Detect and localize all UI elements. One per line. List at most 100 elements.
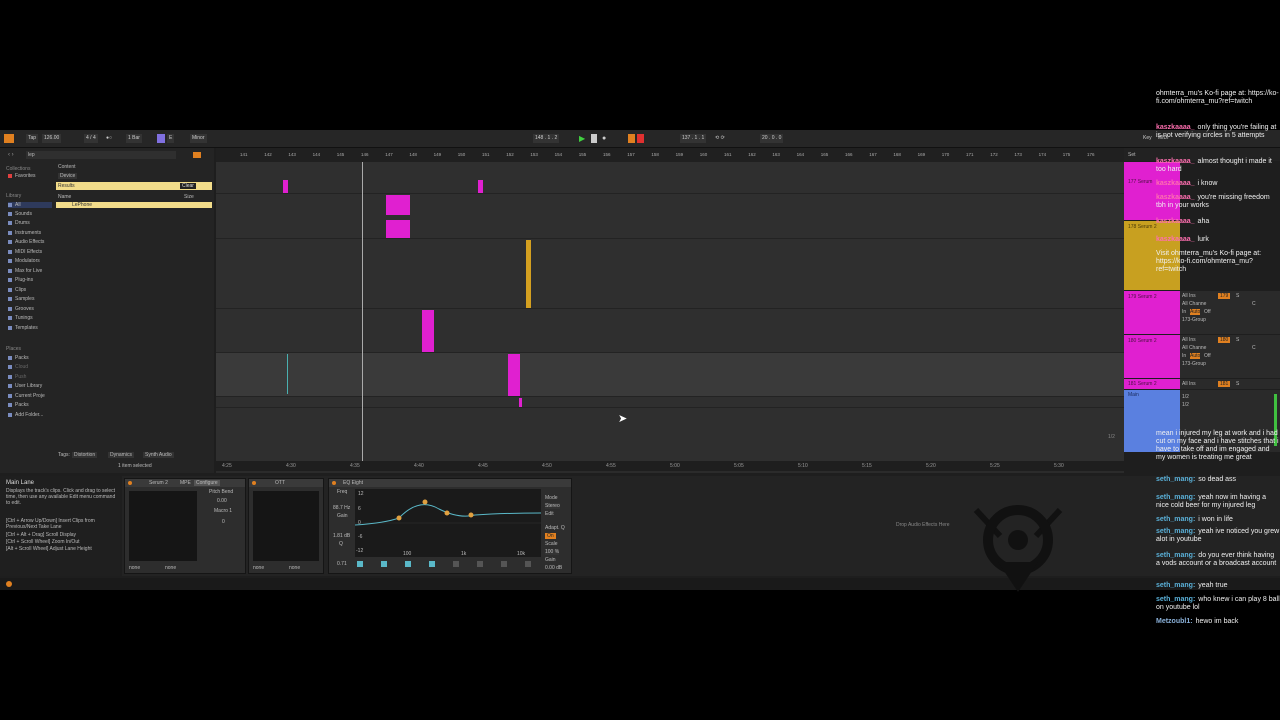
sidebar-item-favorites[interactable]: Favorites <box>8 173 36 179</box>
device-power-icon[interactable] <box>128 481 132 485</box>
loop-length[interactable]: 20 . 0 . 0 <box>760 134 784 143</box>
tag-dynamics[interactable]: Dynamics <box>108 452 134 458</box>
band-toggle[interactable] <box>357 561 363 567</box>
midi-clip[interactable] <box>519 398 522 407</box>
playhead[interactable] <box>362 162 363 462</box>
bar-number[interactable]: 159 <box>676 152 684 157</box>
freq-value[interactable]: 88.7 Hz <box>333 505 350 511</box>
sidebar-item-packs-folder[interactable]: Packs <box>8 402 29 408</box>
bar-number[interactable]: 160 <box>700 152 708 157</box>
time-mark[interactable]: 4:40 <box>414 463 424 469</box>
audio-clip[interactable] <box>526 240 531 308</box>
time-mark[interactable]: 5:05 <box>734 463 744 469</box>
bar-number[interactable]: 143 <box>288 152 296 157</box>
clear-button[interactable]: Clear <box>180 183 196 189</box>
plugin-display[interactable] <box>253 491 319 561</box>
page-indicator[interactable]: 1/2 <box>1108 434 1115 440</box>
tag-distortion[interactable]: Distortion <box>72 452 98 458</box>
band-toggle[interactable] <box>429 561 435 567</box>
bar-number[interactable]: 153 <box>530 152 538 157</box>
overdub-icon[interactable] <box>628 134 635 143</box>
edit-toggle[interactable]: Edit <box>545 511 554 517</box>
bar-number[interactable]: 152 <box>506 152 514 157</box>
bar-number[interactable]: 173 <box>1014 152 1022 157</box>
bar-number[interactable]: 175 <box>1063 152 1071 157</box>
mode-select[interactable]: Stereo <box>545 503 560 509</box>
band-toggle[interactable] <box>405 561 411 567</box>
bar-number[interactable]: 164 <box>797 152 805 157</box>
bar-number[interactable]: 166 <box>845 152 853 157</box>
sidebar-item-drums[interactable]: Drums <box>8 220 30 226</box>
time-mark[interactable]: 5:25 <box>990 463 1000 469</box>
band-toggle[interactable] <box>381 561 387 567</box>
bar-number[interactable]: 144 <box>313 152 321 157</box>
sidebar-item-push[interactable]: Push <box>8 374 26 380</box>
bar-number[interactable]: 154 <box>555 152 563 157</box>
track-lane[interactable] <box>216 239 1124 309</box>
midi-clip[interactable] <box>386 220 410 238</box>
size-column-header[interactable]: Size <box>184 194 194 200</box>
eq-display[interactable]: 12 6 0 -6 -12 100 1k 10k <box>354 489 542 557</box>
sidebar-item-packs[interactable]: Packs <box>8 355 29 361</box>
automation-arm-icon[interactable] <box>637 134 644 143</box>
time-mark[interactable]: 4:55 <box>606 463 616 469</box>
track-name[interactable]: 177 Serum <box>1128 179 1152 185</box>
status-icon[interactable] <box>6 581 12 587</box>
tag-synth-audio[interactable]: Synth Audio <box>143 452 174 458</box>
key-select[interactable]: E <box>167 134 175 143</box>
app-menu-icon[interactable] <box>4 134 14 143</box>
quantize-menu[interactable]: 1 Bar <box>126 134 142 143</box>
midi-clip[interactable] <box>422 310 434 352</box>
bar-number[interactable]: 176 <box>1087 152 1095 157</box>
time-mark[interactable]: 4:30 <box>286 463 296 469</box>
configure-button[interactable]: Configure <box>194 480 220 486</box>
bar-number[interactable]: 145 <box>337 152 345 157</box>
track-lane[interactable] <box>216 353 1124 397</box>
arrangement-view[interactable]: 141 142 143 144 145 146 147 148 149 150 151 152 153 1… <box>216 148 1124 473</box>
bar-number[interactable]: 167 <box>869 152 877 157</box>
bar-number[interactable]: 150 <box>458 152 466 157</box>
bar-number[interactable]: 141 <box>240 152 248 157</box>
bar-number[interactable]: 155 <box>579 152 587 157</box>
bar-number[interactable]: 142 <box>264 152 272 157</box>
track-name[interactable]: Main <box>1128 392 1139 398</box>
time-mark[interactable]: 5:20 <box>926 463 936 469</box>
track-lane[interactable] <box>216 397 1124 408</box>
search-input[interactable]: lep <box>26 151 176 159</box>
loop-start[interactable]: 137 . 1 . 1 <box>680 134 707 143</box>
eq-curve[interactable] <box>354 489 542 557</box>
track-lane[interactable] <box>216 162 1124 194</box>
track-lane[interactable] <box>216 408 1124 464</box>
sidebar-item-templates[interactable]: Templates <box>8 325 38 331</box>
time-mark[interactable]: 4:25 <box>222 463 232 469</box>
midi-clip[interactable] <box>478 180 483 193</box>
midi-clip[interactable] <box>386 195 410 215</box>
q-value[interactable]: 0.71 <box>337 561 347 567</box>
sidebar-item-midi-effects[interactable]: MIDI Effects <box>8 249 42 255</box>
scale-mode-icon[interactable] <box>157 134 165 143</box>
gain-value[interactable]: 1.81 dB <box>333 533 350 539</box>
bar-number[interactable]: 169 <box>918 152 926 157</box>
sidebar-item-max-for-live[interactable]: Max for Live <box>8 268 42 274</box>
result-item[interactable]: LePhone <box>56 202 212 208</box>
bar-number[interactable]: 170 <box>942 152 950 157</box>
macro-value[interactable]: 0 <box>222 519 225 525</box>
output-gain-value[interactable]: 0.00 dB <box>545 565 562 571</box>
scale-select[interactable]: Minor <box>190 134 207 143</box>
bar-number[interactable]: 161 <box>724 152 732 157</box>
bar-number[interactable]: 146 <box>361 152 369 157</box>
bar-number[interactable]: 149 <box>434 152 442 157</box>
name-column-header[interactable]: Name <box>58 194 71 200</box>
mpe-toggle[interactable]: MPE <box>180 480 191 486</box>
stop-icon[interactable] <box>591 134 597 143</box>
set-button[interactable]: Set <box>1128 152 1136 158</box>
track-lane[interactable] <box>216 194 1124 239</box>
plugin-display[interactable] <box>129 491 197 561</box>
bar-number[interactable]: 151 <box>482 152 490 157</box>
sidebar-item-cloud[interactable]: Cloud <box>8 364 28 370</box>
beat-ruler[interactable]: 141 142 143 144 145 146 147 148 149 150 151 152 153 1… <box>216 148 1124 163</box>
sidebar-item-plugins[interactable]: Plug-ins <box>8 277 33 283</box>
time-mark[interactable]: 4:50 <box>542 463 552 469</box>
time-mark[interactable]: 5:10 <box>798 463 808 469</box>
time-signature[interactable]: 4 / 4 <box>84 134 98 143</box>
